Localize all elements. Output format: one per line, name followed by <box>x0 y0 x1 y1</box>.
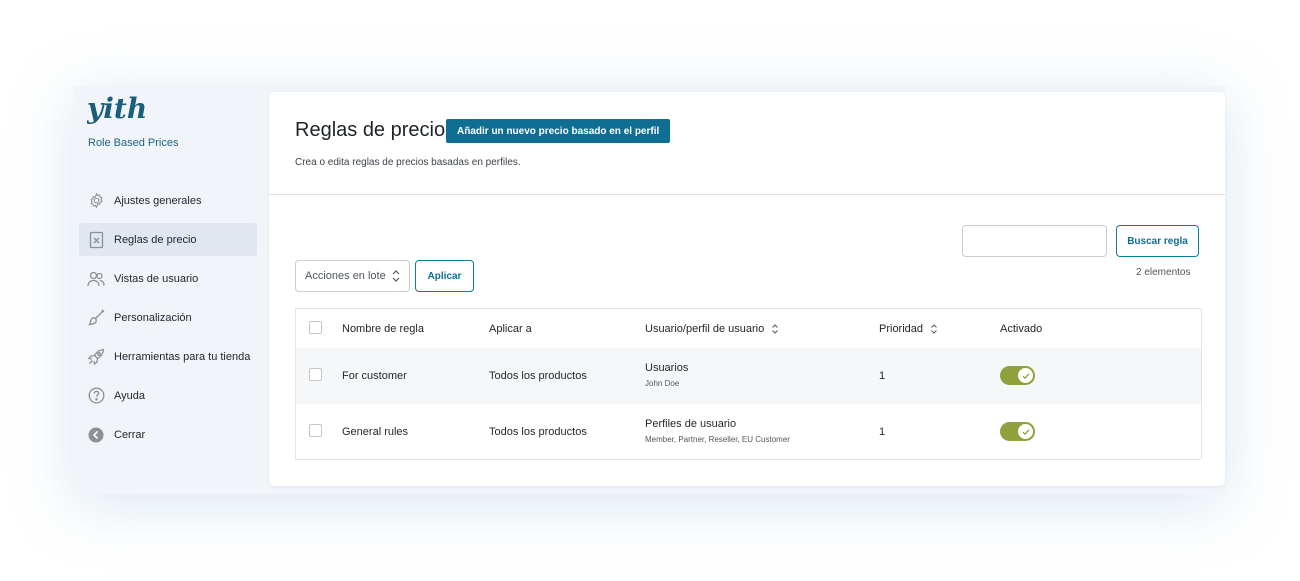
sidebar-item-label: Herramientas para tu tienda <box>114 350 251 363</box>
page-title: Reglas de precio <box>295 119 446 141</box>
column-header-user[interactable]: Usuario/perfil de usuario <box>645 323 779 335</box>
bulk-actions-value: Acciones en lote <box>305 270 386 282</box>
row-checkbox[interactable] <box>309 368 322 381</box>
rules-table: Nombre de regla Aplicar a Usuario/perfil… <box>295 308 1202 460</box>
enabled-toggle[interactable] <box>1000 366 1035 385</box>
search-input[interactable] <box>962 225 1107 257</box>
rule-apply-to: Todos los productos <box>489 370 587 382</box>
sidebar-item-label: Ajustes generales <box>114 194 202 207</box>
plugin-name: Role Based Prices <box>88 137 179 149</box>
column-header-apply-to: Aplicar a <box>489 323 532 335</box>
sidebar-item-personalizacion[interactable]: Personalización <box>79 301 257 334</box>
sidebar-item-label: Vistas de usuario <box>114 272 199 285</box>
column-header-name[interactable]: Nombre de regla <box>342 323 424 335</box>
rule-priority: 1 <box>879 370 886 382</box>
rule-user-type: Perfiles de usuario <box>645 418 737 430</box>
rule-apply-to: Todos los productos <box>489 426 587 438</box>
gear-icon <box>87 192 105 210</box>
rocket-icon <box>87 348 105 366</box>
page-header: Reglas de precio Añadir un nuevo precio … <box>269 92 1225 195</box>
chevron-updown-icon <box>392 270 400 282</box>
rule-user-type: Usuarios <box>645 362 689 374</box>
brush-icon <box>87 309 105 327</box>
rule-user: Perfiles de usuario Member, Partner, Res… <box>645 418 790 444</box>
rule-name[interactable]: General rules <box>342 426 408 438</box>
app-frame: yith Role Based Prices Ajustes generales <box>73 86 1225 494</box>
items-count: 2 elementos <box>1136 267 1191 278</box>
column-header-priority[interactable]: Prioridad <box>879 323 938 335</box>
sidebar-item-label: Reglas de precio <box>114 233 197 246</box>
enabled-toggle[interactable] <box>1000 422 1035 441</box>
sidebar: yith Role Based Prices Ajustes generales <box>73 86 269 494</box>
rule-user: Usuarios John Doe <box>645 362 688 388</box>
sidebar-item-cerrar[interactable]: Cerrar <box>79 418 257 451</box>
rule-name[interactable]: For customer <box>342 370 407 382</box>
sidebar-item-label: Personalización <box>114 311 192 324</box>
sidebar-item-vistas-de-usuario[interactable]: Vistas de usuario <box>79 262 257 295</box>
table-header: Nombre de regla Aplicar a Usuario/perfil… <box>296 309 1201 348</box>
table-row: General rules Todos los productos Perfil… <box>296 404 1201 459</box>
help-icon <box>87 387 105 405</box>
sidebar-item-ajustes-generales[interactable]: Ajustes generales <box>79 184 257 217</box>
close-arrow-icon <box>87 426 105 444</box>
sidebar-item-label: Cerrar <box>114 428 146 441</box>
sidebar-item-ayuda[interactable]: Ayuda <box>79 379 257 412</box>
bulk-actions-select[interactable]: Acciones en lote <box>295 260 410 292</box>
check-icon <box>1018 368 1033 383</box>
rule-priority: 1 <box>879 426 886 438</box>
rule-user-detail: Member, Partner, Reseller, EU Customer <box>645 435 790 444</box>
apply-button[interactable]: Aplicar <box>415 260 474 292</box>
main-panel: Reglas de precio Añadir un nuevo precio … <box>269 92 1225 486</box>
search-button[interactable]: Buscar regla <box>1116 225 1199 257</box>
row-checkbox[interactable] <box>309 424 322 437</box>
add-rule-button[interactable]: Añadir un nuevo precio basado en el perf… <box>446 119 671 143</box>
yith-logo: yith <box>87 92 147 125</box>
select-all-checkbox[interactable] <box>309 321 322 334</box>
sidebar-item-label: Ayuda <box>114 389 145 402</box>
sidebar-menu: Ajustes generales Reglas de precio Vista… <box>79 184 257 457</box>
rule-user-detail: John Doe <box>645 379 680 388</box>
svg-text:yith: yith <box>87 92 147 125</box>
column-header-user-label: Usuario/perfil de usuario <box>645 323 765 335</box>
column-header-priority-label: Prioridad <box>879 323 924 335</box>
sort-icon <box>931 324 937 334</box>
users-icon <box>87 270 105 288</box>
price-tag-icon <box>87 231 105 249</box>
page-description: Crea o edita reglas de precios basadas e… <box>295 157 521 168</box>
table-row: For customer Todos los productos Usuario… <box>296 348 1201 404</box>
column-header-enabled: Activado <box>1000 323 1043 335</box>
check-icon <box>1018 424 1033 439</box>
sort-icon <box>772 324 779 334</box>
sidebar-item-reglas-de-precio[interactable]: Reglas de precio <box>79 223 257 256</box>
sidebar-item-herramientas[interactable]: Herramientas para tu tienda <box>79 340 257 373</box>
